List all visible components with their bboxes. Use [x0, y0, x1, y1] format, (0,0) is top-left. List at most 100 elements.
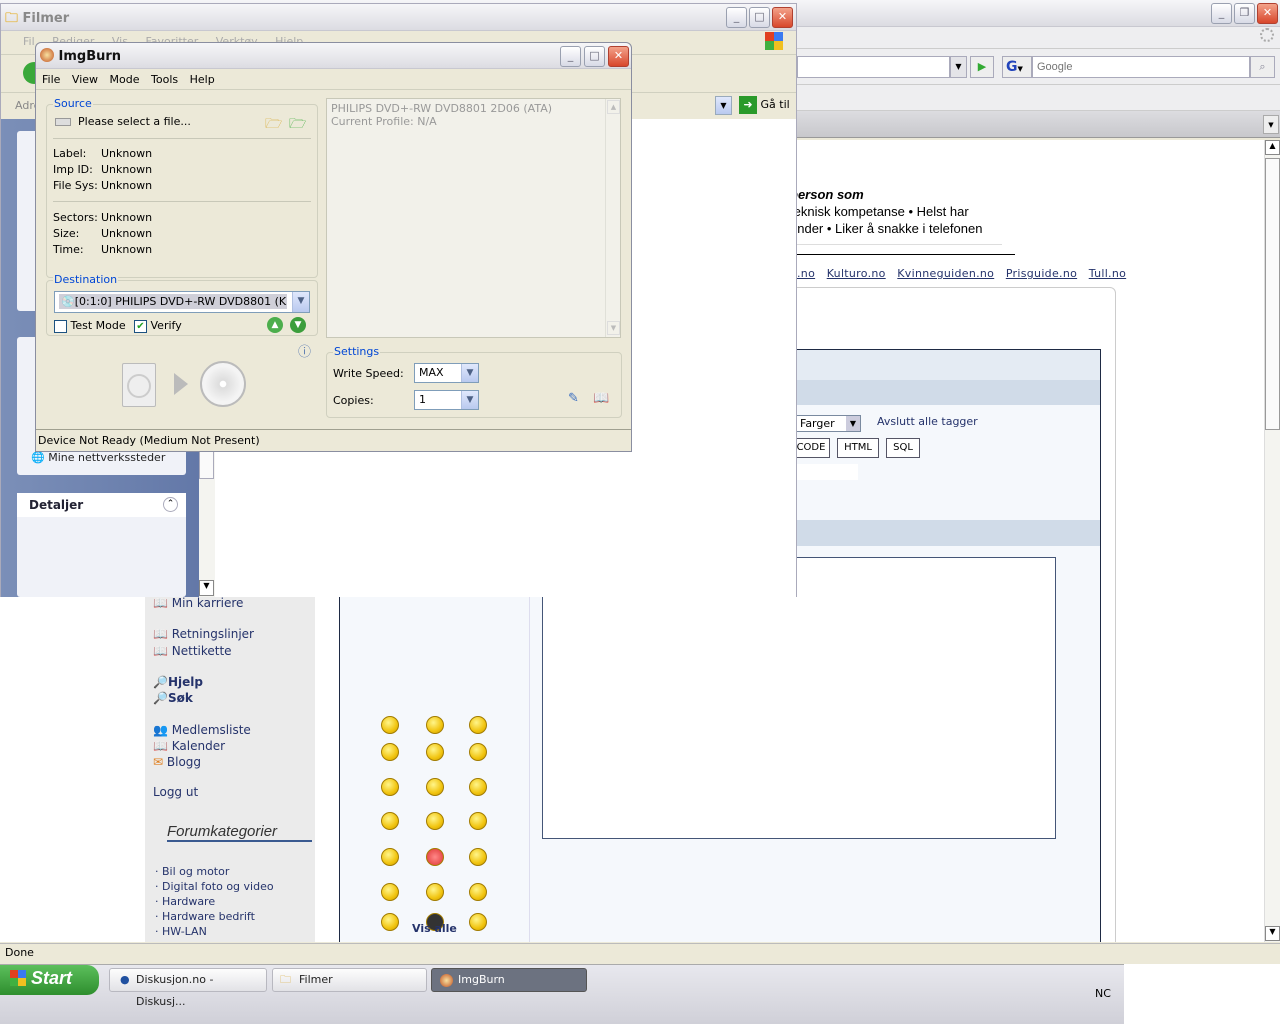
sidebar-item-retningslinjer[interactable]: 📖 Retningslinjer [153, 627, 254, 641]
start-button[interactable]: Start [0, 965, 99, 995]
menu-help[interactable]: Help [190, 73, 215, 86]
smiley-icon[interactable] [381, 716, 399, 734]
source-file-field[interactable]: Please select a file... [55, 115, 191, 128]
smiley-icon[interactable] [469, 848, 487, 866]
url-input[interactable] [797, 56, 950, 78]
sql-tag-button[interactable]: SQL [886, 438, 920, 458]
move-up-icon[interactable]: ▲ [267, 317, 283, 333]
smiley-icon[interactable] [469, 716, 487, 734]
smiley-icon[interactable] [469, 743, 487, 761]
link-kulturo[interactable]: Kulturo.no [827, 267, 886, 280]
network-places-link[interactable]: 🌐 Mine nettverkssteder [31, 451, 165, 464]
smiley-icon[interactable] [426, 716, 444, 734]
browser-close-button[interactable]: ✕ [1257, 3, 1278, 24]
link-site[interactable]: .no [797, 267, 815, 280]
scroll-up-button[interactable]: ▲ [607, 100, 620, 114]
test-mode-checkbox[interactable]: Test Mode [54, 319, 126, 333]
smiley-icon[interactable] [426, 778, 444, 796]
link-tull[interactable]: Tull.no [1089, 267, 1126, 280]
browse-file-icon[interactable]: 🗁 [265, 113, 282, 137]
html-tag-button[interactable]: HTML [837, 438, 879, 458]
category-link[interactable]: · Hardware [155, 894, 274, 909]
smiley-icon[interactable] [426, 812, 444, 830]
imgburn-close-button[interactable]: ✕ [608, 46, 629, 67]
category-link[interactable]: · Digital foto og video [155, 879, 274, 894]
log-book-icon[interactable]: 📖 [593, 391, 609, 406]
sidebar-item-hjelp[interactable]: 🔎Hjelp [153, 675, 203, 689]
smiley-icon[interactable] [381, 913, 399, 931]
sidebar-item-sok[interactable]: 🔎Søk [153, 691, 193, 705]
smiley-icon[interactable] [381, 848, 399, 866]
url-dropdown-button[interactable]: ▼ [950, 56, 967, 78]
menu-mode[interactable]: Mode [110, 73, 140, 86]
taskbar-item-imgburn[interactable]: ImgBurn [431, 968, 587, 992]
menu-view[interactable]: View [72, 73, 98, 86]
search-icon[interactable]: ⌕ [1250, 56, 1275, 78]
message-textarea[interactable] [542, 557, 1056, 839]
smiley-icon[interactable] [381, 812, 399, 830]
menu-tools[interactable]: Tools [151, 73, 178, 86]
smiley-icon[interactable] [381, 883, 399, 901]
sidebar-item-nettikette[interactable]: 📖 Nettikette [153, 644, 232, 658]
search-input[interactable] [1032, 56, 1250, 78]
smiley-icon[interactable] [426, 848, 444, 866]
scroll-down-button[interactable]: ▼ [1265, 926, 1280, 941]
imgburn-maximize-button[interactable]: □ [584, 46, 605, 67]
explorer-close-button[interactable]: ✕ [772, 7, 793, 28]
explorer-maximize-button[interactable]: □ [749, 7, 770, 28]
smiley-icon[interactable] [426, 883, 444, 901]
sidebar-item-logg-ut[interactable]: Logg ut [153, 785, 198, 799]
taskbar-item-filmer[interactable]: 🗀 Filmer [272, 968, 427, 992]
smiley-icon[interactable] [469, 778, 487, 796]
info-scrollbar[interactable]: ▲ ▼ [605, 99, 621, 337]
browse-folder-add-icon[interactable]: 🗁 [289, 113, 306, 137]
category-link[interactable]: · HW-LAN [155, 924, 274, 939]
go-icon[interactable]: ▶ [970, 56, 994, 78]
color-select[interactable]: Farger ▼ [796, 415, 861, 432]
collapse-icon[interactable]: ⌃ [163, 497, 178, 512]
show-all-smileys-link[interactable]: Vis alle [412, 922, 457, 935]
category-link[interactable]: · Hardware bedrift [155, 909, 274, 924]
tab-list-button[interactable]: ▼ [1263, 115, 1279, 134]
menu-fil[interactable]: Fil [23, 35, 35, 48]
go-to-button[interactable]: ➜ Gå til [739, 96, 790, 114]
page-scrollbar[interactable]: ▲ ▼ [1264, 140, 1280, 942]
smiley-icon[interactable] [469, 883, 487, 901]
move-down-icon[interactable]: ▼ [290, 317, 306, 333]
scroll-thumb[interactable] [1265, 158, 1280, 430]
browser-minimize-button[interactable]: _ [1211, 3, 1232, 24]
code-tag-button[interactable]: CODE [792, 438, 830, 458]
scroll-up-button[interactable]: ▲ [1265, 140, 1280, 155]
write-button[interactable] [200, 361, 246, 407]
sidebar-item-blogg[interactable]: ✉ Blogg [153, 755, 201, 769]
smiley-icon[interactable] [426, 743, 444, 761]
drive-info-icon[interactable]: ⓘ [298, 341, 311, 360]
scroll-down-button[interactable]: ▼ [607, 321, 620, 335]
category-link[interactable]: · Bil og motor [155, 864, 274, 879]
taskbar-item-browser[interactable]: ● Diskusjon.no - Diskusj... [109, 968, 267, 1008]
details-header[interactable]: Detaljer [17, 493, 186, 517]
search-engine-button[interactable]: G▼ [1002, 56, 1032, 78]
smiley-icon[interactable] [381, 743, 399, 761]
imgburn-minimize-button[interactable]: _ [560, 46, 581, 67]
browser-restore-button[interactable]: ❐ [1234, 3, 1255, 24]
verify-checkbox[interactable]: ✔ Verify [134, 319, 182, 333]
field-label: Size: [53, 227, 80, 240]
destination-drive-select[interactable]: 💿[0:1:0] PHILIPS DVD+-RW DVD8801 (K:) ▼ [54, 291, 310, 313]
smiley-icon[interactable] [469, 913, 487, 931]
write-speed-select[interactable]: MAX ▼ [414, 363, 479, 383]
smiley-icon[interactable] [381, 778, 399, 796]
smiley-icon[interactable] [469, 812, 487, 830]
sidebar-item-kalender[interactable]: 📖 Kalender [153, 739, 225, 753]
write-settings-icon[interactable]: ✎ [568, 391, 579, 406]
menu-file[interactable]: File [42, 73, 60, 86]
address-dropdown-button[interactable]: ▼ [715, 96, 732, 115]
copies-select[interactable]: 1 ▼ [414, 390, 479, 410]
link-prisguide[interactable]: Prisguide.no [1006, 267, 1077, 280]
scroll-down-button[interactable]: ▼ [199, 580, 214, 596]
close-all-tags-link[interactable]: Avslutt alle tagger [877, 415, 978, 428]
explorer-minimize-button[interactable]: _ [726, 7, 747, 28]
sidebar-item-medlemsliste[interactable]: 👥 Medlemsliste [153, 723, 251, 737]
sidebar-item-min-karriere[interactable]: 📖 Min karriere [153, 596, 243, 610]
link-kvinneguiden[interactable]: Kvinneguiden.no [897, 267, 994, 280]
